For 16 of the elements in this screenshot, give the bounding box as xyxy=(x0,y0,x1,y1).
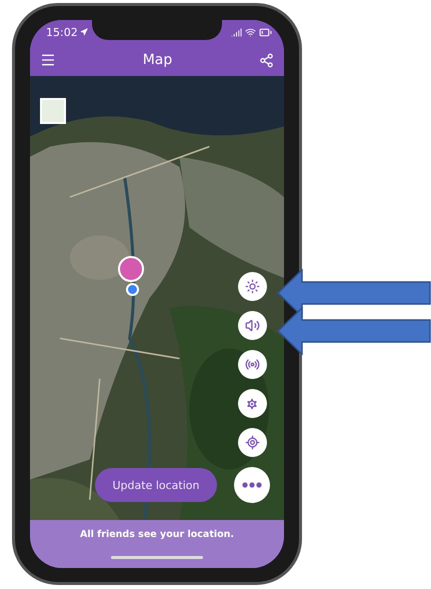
footer-text: All friends see your location. xyxy=(80,529,234,540)
menu-icon[interactable] xyxy=(40,52,56,68)
signal-icon xyxy=(231,26,242,38)
update-location-button[interactable]: Update location xyxy=(95,468,217,502)
screen-title: Map xyxy=(142,52,172,68)
broadcast-icon xyxy=(244,357,260,372)
status-time: 15:02 xyxy=(46,26,88,38)
wifi-icon xyxy=(245,26,256,38)
brightness-icon xyxy=(244,279,260,294)
crosshair-icon xyxy=(244,435,260,450)
speaker-icon xyxy=(244,318,260,333)
share-icon[interactable] xyxy=(258,52,274,68)
settings-icon xyxy=(245,396,259,410)
battery-icon xyxy=(259,26,272,38)
more-icon xyxy=(242,482,262,488)
location-arrow-icon xyxy=(80,28,88,36)
